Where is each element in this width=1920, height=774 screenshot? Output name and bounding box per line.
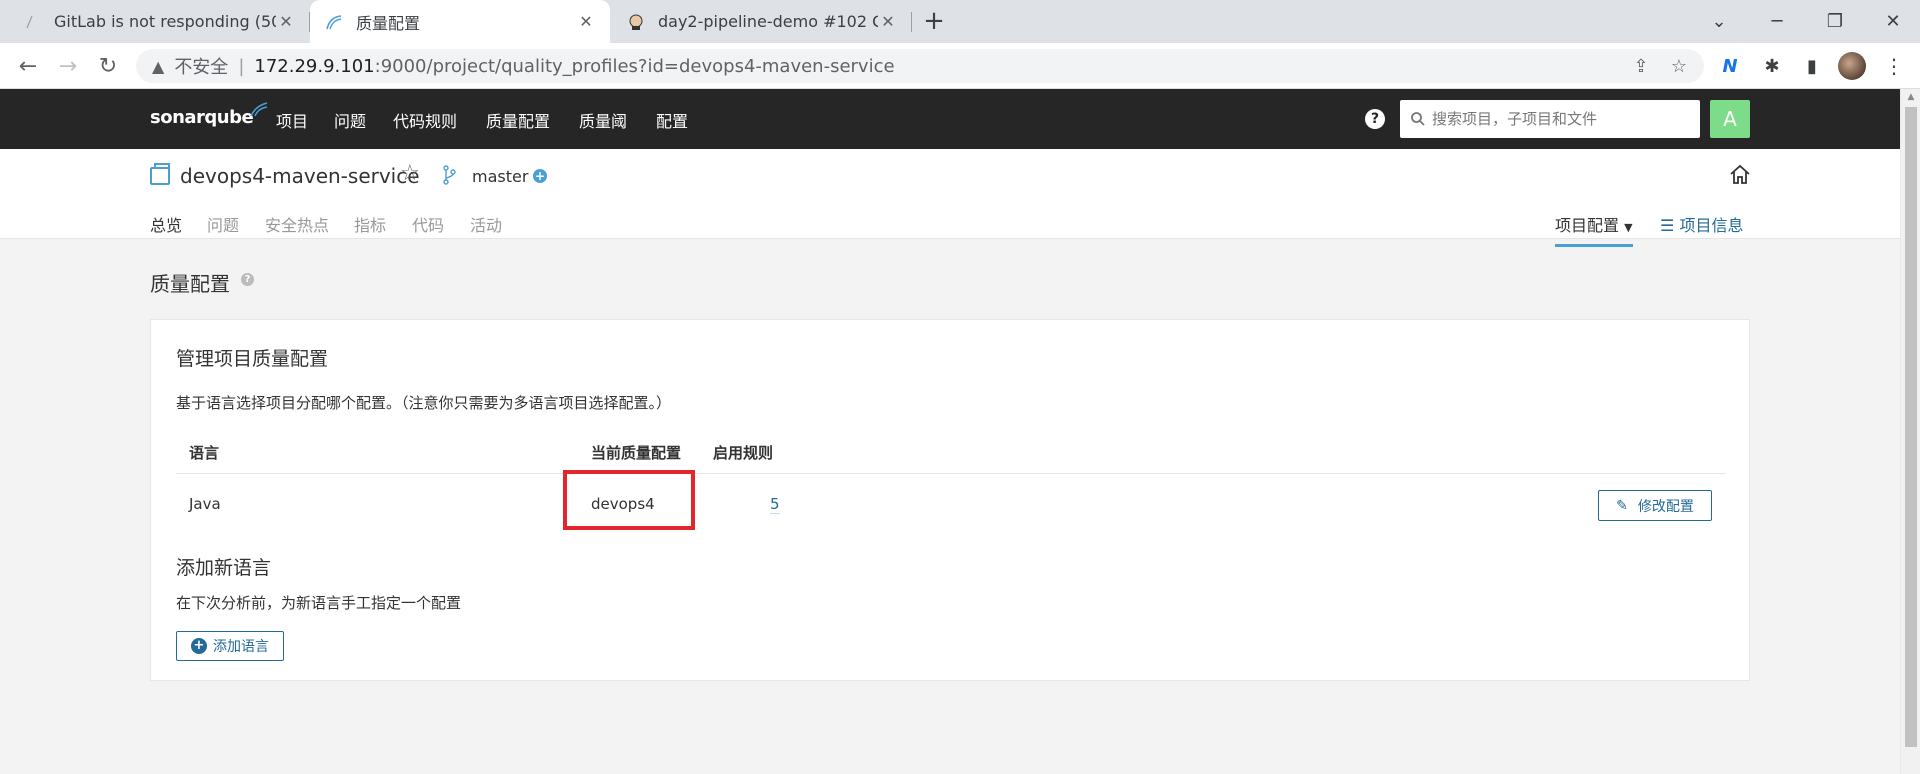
tab-overview[interactable]: 总览 (150, 212, 182, 236)
side-panel-icon[interactable]: ▮ (1798, 52, 1826, 80)
new-tab-button[interactable]: + (918, 6, 950, 38)
edit-profile-label: 修改配置 (1637, 498, 1694, 515)
user-avatar[interactable]: A (1710, 100, 1750, 138)
nav-quality-profiles[interactable]: 质量配置 (486, 108, 550, 132)
page-scrollbar[interactable]: ▲ (1900, 89, 1920, 774)
column-header-profile: 当前质量配置 (591, 444, 682, 462)
browser-menu-icon[interactable]: ⋮ (1880, 52, 1908, 80)
close-window-icon[interactable]: ✕ (1864, 0, 1920, 43)
add-language-button[interactable]: + 添加语言 (176, 631, 284, 661)
nav-quality-gates[interactable]: 质量阈 (579, 108, 627, 132)
restore-window-icon[interactable]: ❐ (1806, 0, 1864, 43)
tab-security-hotspots[interactable]: 安全热点 (265, 212, 329, 236)
share-icon[interactable]: ⇪ (1626, 49, 1656, 83)
close-tab-icon[interactable]: ✕ (276, 12, 296, 31)
minimize-window-icon[interactable]: ─ (1748, 0, 1806, 43)
branch-icon (442, 165, 458, 185)
project-info-link[interactable]: ☰ 项目信息 (1660, 212, 1743, 236)
page-help-icon[interactable]: ? (241, 273, 254, 286)
page-title: 质量配置 (150, 272, 230, 296)
add-language-label: 添加语言 (213, 639, 269, 655)
column-header-active-rules: 启用规则 (713, 444, 774, 462)
scroll-up-arrow-icon[interactable]: ▲ (1901, 89, 1920, 105)
sonar-wave-icon (250, 102, 268, 117)
favorite-star-icon[interactable]: ☆ (400, 161, 420, 186)
browser-tab-gitlab[interactable]: GitLab is not responding (502) ✕ (8, 0, 310, 43)
sonarqube-logo[interactable]: sonarqube (150, 102, 268, 128)
card-description: 基于语言选择项目分配哪个配置。（注意你只需要为多语言项目选择配置。） (176, 394, 672, 412)
tab-measures[interactable]: 指标 (354, 212, 386, 236)
gitlab-fox-icon (22, 12, 42, 32)
card-heading: 管理项目质量配置 (176, 348, 329, 370)
browser-tab-jenkins[interactable]: day2-pipeline-demo #102 Co ✕ (612, 0, 912, 43)
browser-toolbar: ← → ↻ ▲ 不安全 | 172.29.9.101 :9000/project… (0, 43, 1920, 89)
jenkins-butler-icon (626, 12, 646, 32)
nav-administration[interactable]: 配置 (656, 108, 688, 132)
extension-n-icon[interactable]: N (1716, 52, 1744, 80)
home-icon[interactable] (1728, 163, 1752, 187)
search-icon (1410, 111, 1426, 127)
address-bar[interactable]: ▲ 不安全 | 172.29.9.101 :9000/project/quali… (136, 49, 1704, 83)
back-arrow-icon[interactable]: ← (12, 50, 44, 82)
tab-issues[interactable]: 问题 (207, 212, 239, 236)
caret-down-icon: ▼ (1624, 221, 1633, 234)
add-language-heading: 添加新语言 (176, 557, 272, 579)
global-search[interactable] (1400, 100, 1700, 138)
scrollbar-thumb[interactable] (1905, 107, 1917, 747)
warning-triangle-icon: ▲ (152, 56, 165, 76)
list-icon: ☰ (1660, 216, 1675, 235)
sonarqube-wave-icon (324, 12, 344, 32)
browser-tabstrip: GitLab is not responding (502) ✕ 质量配置 ✕ … (0, 0, 1920, 43)
project-settings-menu[interactable]: 项目配置 ▼ (1555, 212, 1633, 247)
plus-circle-icon: + (191, 638, 207, 654)
help-icon[interactable]: ? (1365, 109, 1385, 129)
tab-title: 质量配置 (356, 13, 421, 33)
url-host: 172.29.9.101 (254, 55, 375, 77)
pencil-icon: ✎ (1616, 497, 1628, 514)
address-separator: | (238, 55, 245, 77)
forward-arrow-icon[interactable]: → (52, 50, 84, 82)
add-language-description: 在下次分析前，为新语言手工指定一个配置 (176, 594, 462, 612)
tab-search-chevron-icon[interactable]: ⌄ (1690, 0, 1748, 43)
project-settings-label: 项目配置 (1555, 216, 1620, 235)
branch-add-icon[interactable]: + (533, 169, 547, 183)
tab-title: day2-pipeline-demo #102 Co (658, 12, 878, 31)
project-folder-icon (150, 163, 170, 185)
nav-projects[interactable]: 项目 (276, 108, 308, 132)
logo-text: sonarqube (150, 107, 254, 128)
project-name[interactable]: devops4-maven-service (180, 164, 420, 188)
row-active-rules-link[interactable]: 5 (770, 495, 780, 514)
close-tab-icon[interactable]: ✕ (576, 12, 596, 31)
edit-profile-button[interactable]: ✎ 修改配置 (1598, 490, 1712, 521)
sonarqube-navbar: sonarqube 项目 问题 代码规则 质量配置 质量阈 配置 ? A (0, 89, 1900, 149)
bookmark-star-icon[interactable]: ☆ (1664, 49, 1694, 83)
tab-activity[interactable]: 活动 (470, 212, 502, 236)
close-tab-icon[interactable]: ✕ (878, 12, 898, 31)
insecure-label: 不安全 (174, 57, 229, 78)
nav-issues[interactable]: 问题 (334, 108, 366, 132)
extensions-puzzle-icon[interactable]: ✱ (1758, 52, 1786, 80)
row-language: Java (189, 495, 221, 513)
tab-title: GitLab is not responding (502) (54, 12, 276, 31)
url-path: :9000/project/quality_profiles?id=devops… (374, 55, 895, 77)
red-highlight-box (563, 470, 695, 530)
nav-rules[interactable]: 代码规则 (393, 108, 457, 132)
search-input[interactable] (1432, 110, 1692, 128)
reload-icon[interactable]: ↻ (92, 50, 124, 82)
project-header: devops4-maven-service ☆ master + 总览 问题 安… (0, 149, 1900, 247)
project-info-label: 项目信息 (1679, 216, 1744, 235)
branch-name[interactable]: master (472, 167, 528, 186)
table-divider (176, 473, 1726, 474)
browser-tab-quality-profiles[interactable]: 质量配置 ✕ (310, 0, 610, 43)
profile-avatar[interactable] (1838, 52, 1866, 80)
column-header-language: 语言 (189, 444, 220, 462)
tab-code[interactable]: 代码 (412, 212, 444, 236)
quality-profiles-card: 管理项目质量配置 基于语言选择项目分配哪个配置。（注意你只需要为多语言项目选择配… (150, 319, 1750, 681)
